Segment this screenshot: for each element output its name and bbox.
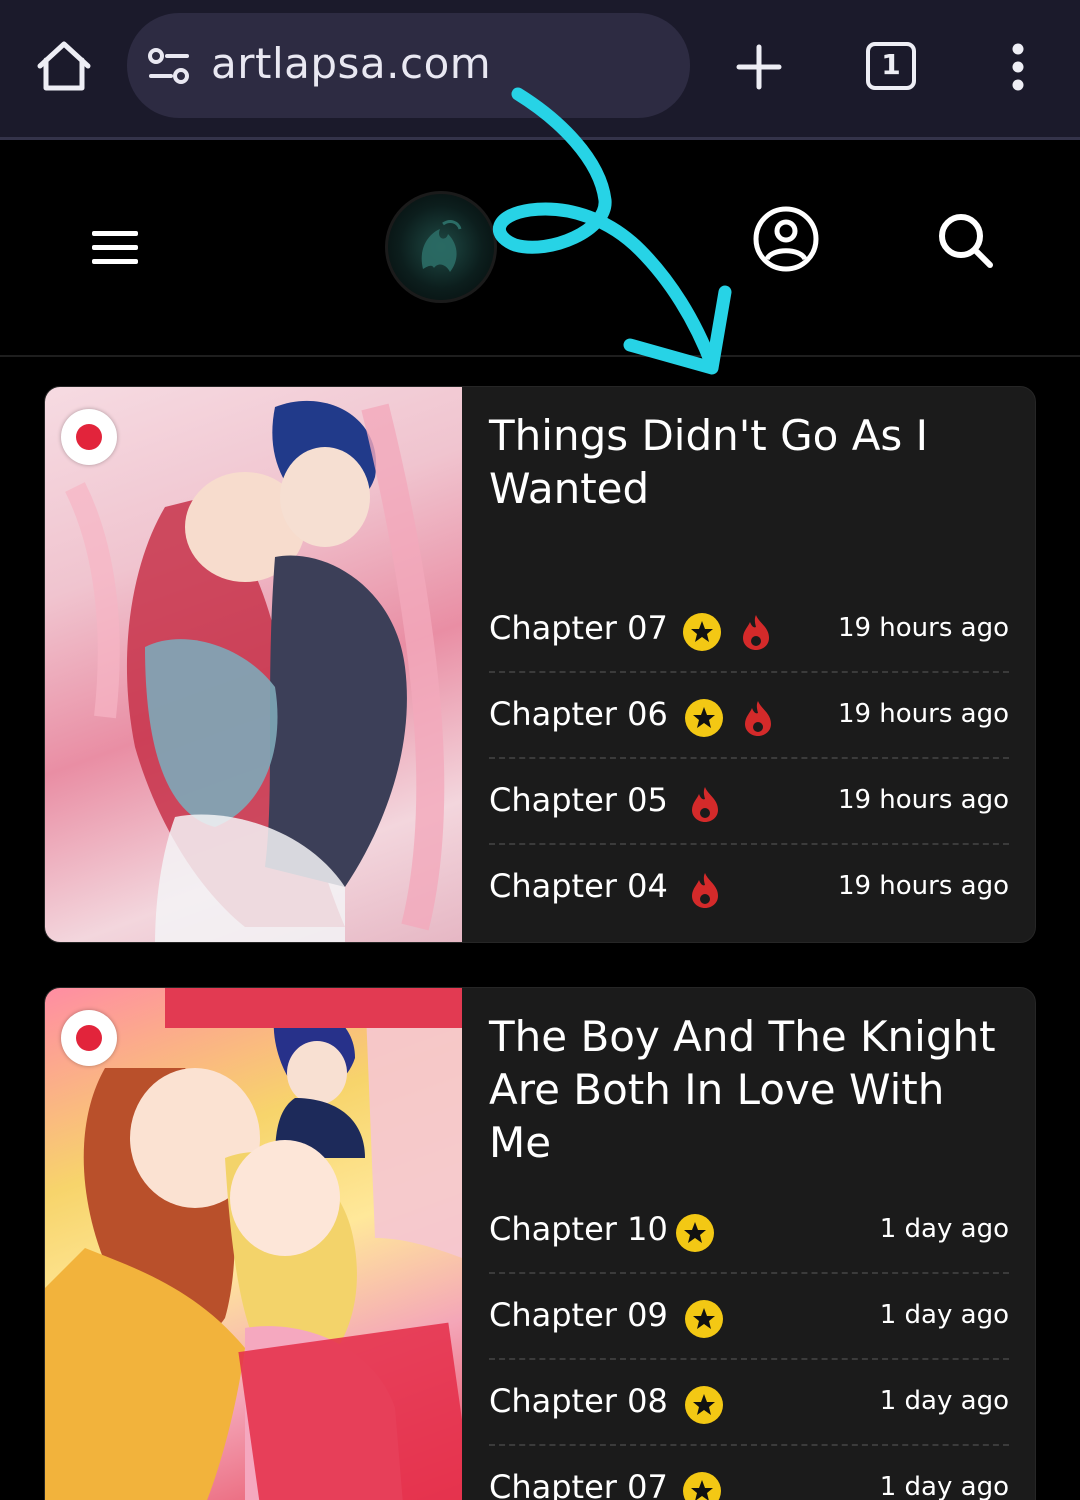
chapter-label[interactable]: Chapter 07	[489, 1468, 668, 1500]
new-tab-icon[interactable]	[736, 44, 782, 90]
more-options-icon[interactable]	[1004, 42, 1032, 92]
fire-icon	[688, 871, 722, 909]
site-header	[0, 143, 1080, 357]
chapter-time: 1 day ago	[879, 1300, 1009, 1330]
series-cover-image[interactable]	[45, 387, 462, 942]
hamburger-menu-icon[interactable]	[90, 229, 140, 267]
chapter-label[interactable]: Chapter 08	[489, 1382, 668, 1420]
chapter-time: 19 hours ago	[837, 871, 1009, 901]
cover-artwork	[65, 400, 445, 942]
star-badge-icon	[676, 1214, 714, 1252]
chapter-row[interactable]: Chapter 04 19 hours ago	[489, 845, 1009, 931]
fire-icon	[688, 785, 722, 823]
chapter-time: 1 day ago	[879, 1472, 1009, 1500]
site-logo[interactable]	[385, 191, 497, 303]
chapter-list: Chapter 07 19 hours ago Chapter 06 19 ho…	[489, 587, 1009, 931]
search-icon[interactable]	[936, 211, 996, 271]
chapter-label[interactable]: Chapter 10	[489, 1210, 668, 1248]
chapter-row[interactable]: Chapter 10 1 day ago	[489, 1188, 1009, 1274]
star-badge-icon	[685, 1386, 723, 1424]
tab-switcher-button[interactable]: 1	[866, 42, 916, 90]
chapter-row[interactable]: Chapter 07 19 hours ago	[489, 587, 1009, 673]
chapter-label[interactable]: Chapter 04	[489, 867, 668, 905]
chapter-time: 1 day ago	[879, 1386, 1009, 1416]
series-title[interactable]: The Boy And The Knight Are Both In Love …	[489, 1010, 1019, 1169]
star-badge-icon	[685, 1300, 723, 1338]
star-badge-icon	[683, 1472, 721, 1500]
chapter-time: 19 hours ago	[837, 785, 1009, 815]
cover-artwork	[45, 988, 462, 1500]
browser-toolbar: artlapsa.com 1	[0, 0, 1080, 140]
chapter-time: 19 hours ago	[837, 699, 1009, 729]
home-icon[interactable]	[34, 38, 94, 94]
chapter-row[interactable]: Chapter 05 19 hours ago	[489, 759, 1009, 845]
chapter-list: Chapter 10 1 day ago Chapter 09 1 day ag…	[489, 1188, 1009, 1500]
tab-count: 1	[881, 48, 901, 81]
series-card[interactable]: Things Didn't Go As I Wanted Chapter 07 …	[44, 386, 1036, 943]
chapter-label[interactable]: Chapter 06	[489, 695, 668, 733]
chapter-row[interactable]: Chapter 09 1 day ago	[489, 1274, 1009, 1360]
chapter-label[interactable]: Chapter 09	[489, 1296, 668, 1334]
fire-icon	[739, 613, 773, 651]
site-settings-icon[interactable]	[147, 47, 191, 85]
address-bar[interactable]: artlapsa.com	[127, 13, 690, 118]
chapter-row[interactable]: Chapter 08 1 day ago	[489, 1360, 1009, 1446]
star-badge-icon	[683, 613, 721, 651]
chapter-time: 1 day ago	[879, 1214, 1009, 1244]
chapter-time: 19 hours ago	[837, 613, 1009, 643]
japan-flag-icon	[61, 409, 117, 465]
chapter-row[interactable]: Chapter 06 19 hours ago	[489, 673, 1009, 759]
fire-icon	[741, 699, 775, 737]
chapter-label[interactable]: Chapter 07	[489, 609, 668, 647]
chapter-label[interactable]: Chapter 05	[489, 781, 668, 819]
series-title[interactable]: Things Didn't Go As I Wanted	[489, 409, 1019, 515]
star-badge-icon	[685, 699, 723, 737]
chapter-row[interactable]: Chapter 07 1 day ago	[489, 1446, 1009, 1500]
series-card[interactable]: The Boy And The Knight Are Both In Love …	[44, 987, 1036, 1500]
series-cover-image[interactable]	[45, 988, 462, 1500]
account-icon[interactable]	[752, 205, 820, 273]
url-text: artlapsa.com	[211, 39, 492, 88]
japan-flag-icon	[61, 1010, 117, 1066]
